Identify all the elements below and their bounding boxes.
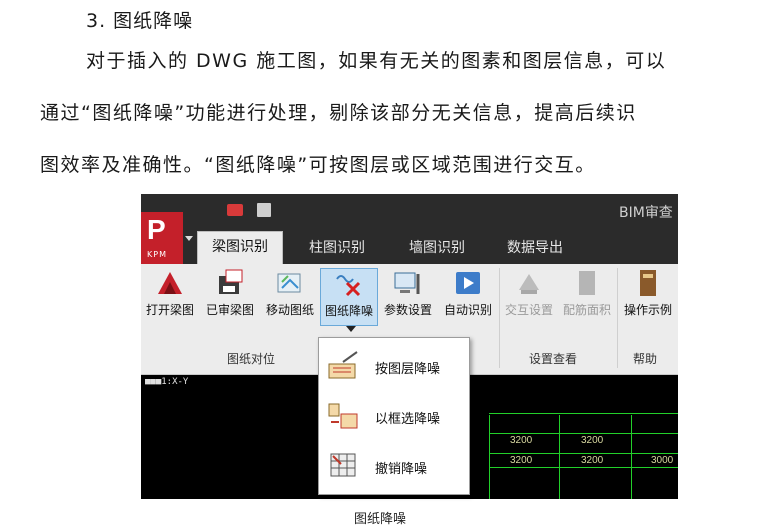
logo-letter: P (147, 214, 166, 245)
tab-data-export[interactable]: 数据导出 (507, 237, 563, 257)
menu-item-box-select-denoise[interactable]: 以框选降噪 (327, 396, 467, 436)
menu-item-label: 按图层降噪 (375, 362, 441, 377)
menu-item-label: 以框选降噪 (375, 412, 441, 427)
button-label: 自动识别 (443, 303, 492, 317)
cad-line (559, 415, 560, 499)
paragraph-line-1: 对于插入的 DWG 施工图，如果有无关的图素和图层信息，可以 (86, 50, 667, 72)
dimension-label: 3000 (651, 455, 674, 466)
reviewed-drawing-button[interactable]: 已审梁图 (201, 268, 259, 324)
figure-caption: 图纸降噪 (353, 512, 406, 527)
logo-subtext: KPM (147, 250, 167, 259)
cad-line (489, 415, 490, 499)
button-label: 图纸降噪 (324, 304, 373, 318)
coordinate-indicator: ■■■1:X-Y (145, 377, 189, 387)
button-label: 打开梁图 (145, 303, 194, 317)
chevron-down-icon[interactable] (346, 326, 356, 332)
open-beam-drawing-button[interactable]: 打开梁图 (141, 268, 199, 324)
interaction-settings-button[interactable]: 交互设置 (501, 268, 557, 324)
dimension-label: 3200 (581, 435, 604, 446)
reviewed-drawing-icon (219, 269, 243, 294)
menu-item-label: 撤销降噪 (375, 462, 428, 477)
button-label: 操作示例 (623, 303, 672, 317)
tab-beam-recognition[interactable]: 梁图识别 (197, 231, 283, 265)
group-divider (617, 268, 618, 368)
title-bar: BIM审查 (141, 194, 678, 227)
app-logo[interactable]: P KPM (141, 212, 183, 264)
quick-access-dwg-icon[interactable] (227, 204, 243, 216)
manual-book-button[interactable]: 操作示例 (619, 268, 677, 324)
tab-wall-recognition[interactable]: 墙图识别 (409, 237, 465, 257)
parameter-settings-icon (394, 272, 420, 294)
cad-line (631, 415, 632, 499)
paragraph-line-3: 图效率及准确性。“图纸降噪”可按图层或区域范围进行交互。 (40, 154, 596, 176)
button-label: 移动图纸 (265, 303, 314, 317)
app-title: BIM审查 (619, 205, 673, 221)
open-beam-drawing-icon (158, 272, 182, 294)
denoise-icon (336, 275, 361, 297)
button-label: 参数设置 (383, 303, 432, 317)
auto-recognize-icon (456, 272, 480, 294)
interaction-settings-icon (519, 274, 539, 294)
menu-item-undo-denoise[interactable]: 撤销降噪 (327, 446, 467, 486)
group-label-help: 帮助 (633, 352, 658, 366)
group-divider (499, 268, 500, 368)
cad-line (489, 453, 678, 454)
button-label: 交互设置 (504, 303, 553, 317)
group-label-settings-view: 设置查看 (529, 352, 578, 366)
undo-denoise-icon (330, 453, 356, 477)
menu-item-layer-denoise[interactable]: 按图层降噪 (327, 346, 467, 386)
denoise-dropdown-menu: 按图层降噪 以框选降噪 撤销降噪 (318, 337, 470, 495)
dimension-label: 3200 (581, 455, 604, 466)
cad-line (489, 467, 678, 468)
cad-line (489, 413, 678, 414)
dimension-label: 3200 (510, 455, 533, 466)
paragraph-line-2: 通过“图纸降噪”功能进行处理，剔除该部分无关信息，提高后续识 (40, 102, 637, 124)
cad-line (489, 433, 678, 434)
section-heading: 3. 图纸降噪 (86, 10, 194, 32)
layer-denoise-icon (328, 351, 358, 379)
manual-book-icon (640, 270, 656, 296)
dimension-label: 3200 (510, 435, 533, 446)
box-select-denoise-icon (328, 403, 358, 429)
move-drawing-button[interactable]: 移动图纸 (261, 268, 319, 324)
denoise-button[interactable]: 图纸降噪 (320, 268, 378, 326)
chevron-down-icon[interactable] (185, 236, 193, 241)
move-drawing-icon (277, 273, 301, 293)
button-label: 已审梁图 (205, 303, 254, 317)
tab-column-recognition[interactable]: 柱图识别 (309, 237, 365, 257)
auto-recognize-button[interactable]: 自动识别 (439, 268, 497, 324)
quick-access-save-icon[interactable] (257, 203, 271, 217)
parameter-settings-button[interactable]: 参数设置 (379, 268, 437, 324)
button-label: 配筋面积 (562, 303, 611, 317)
group-label-drawing-position: 图纸对位 (227, 352, 276, 366)
ribbon-tab-bar: 梁图识别 柱图识别 墙图识别 数据导出 (141, 227, 678, 265)
rebar-area-button[interactable]: 配筋面积 (559, 268, 615, 324)
rebar-area-icon (579, 271, 595, 295)
